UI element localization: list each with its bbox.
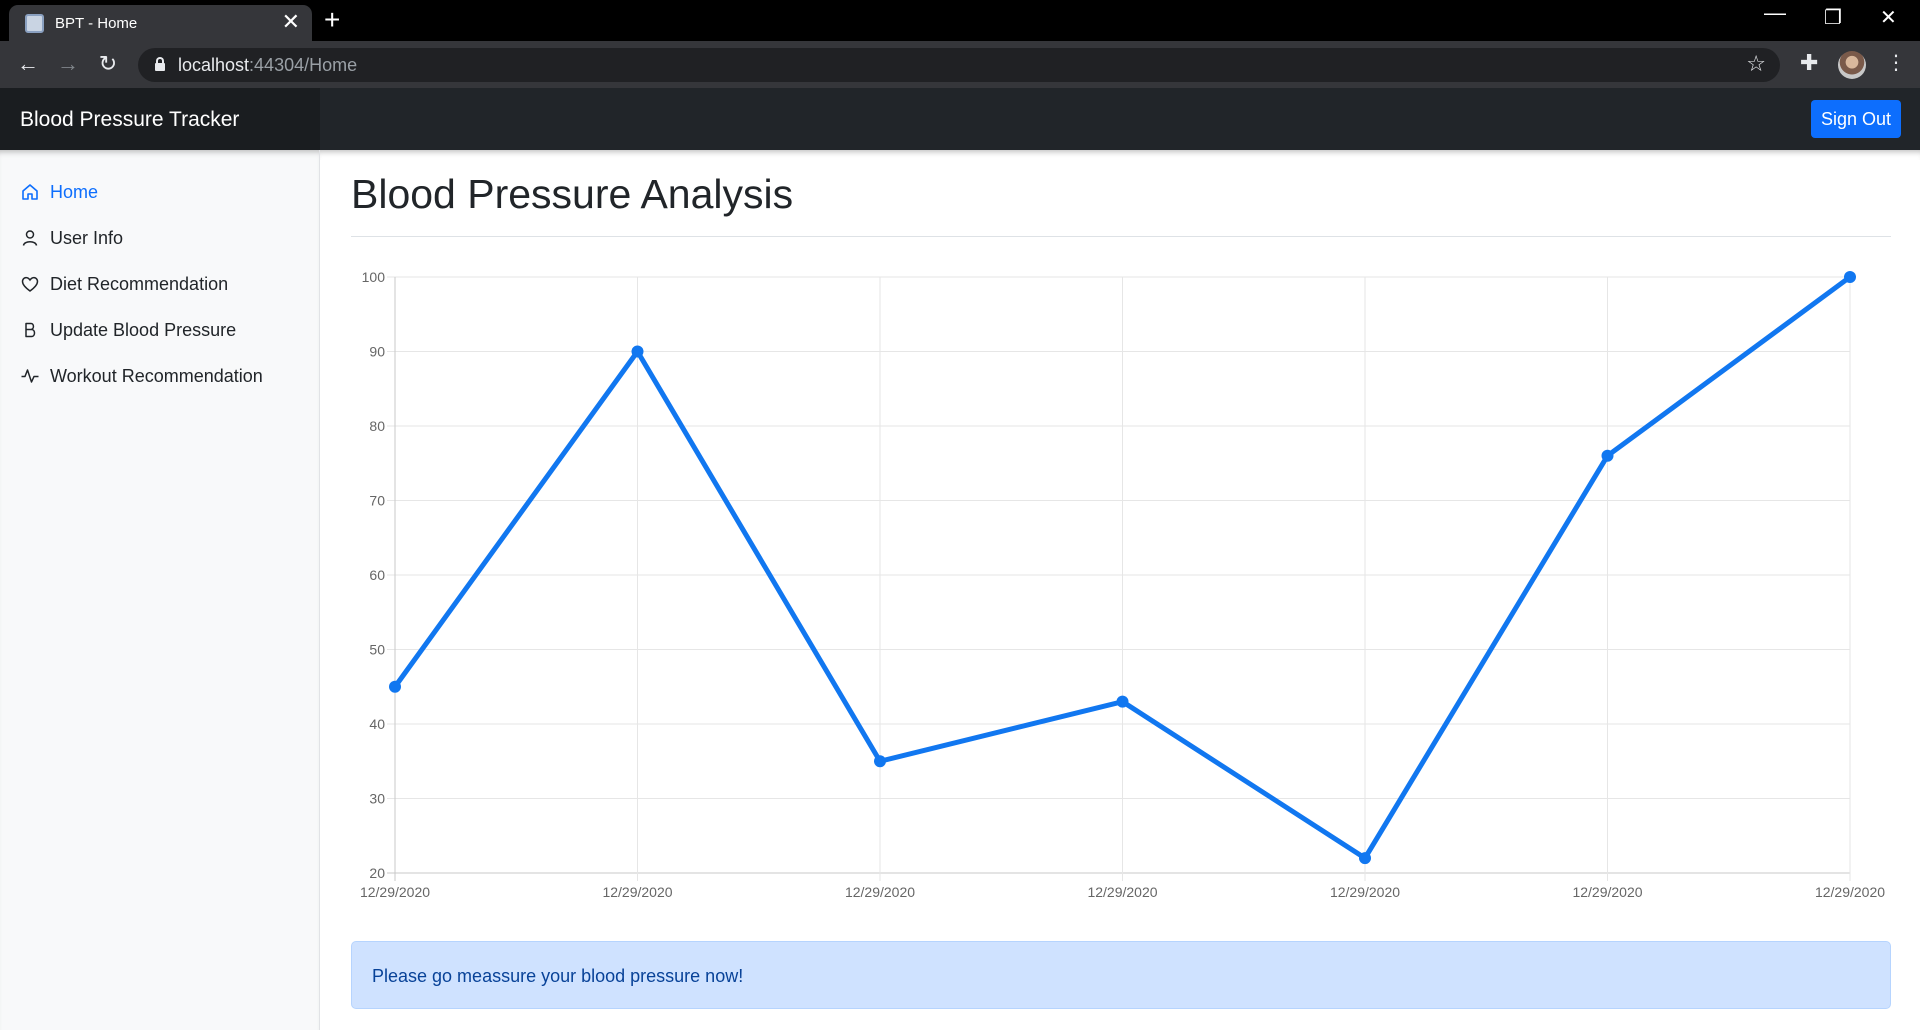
person-icon xyxy=(20,228,40,248)
new-tab-button[interactable]: + xyxy=(324,6,340,34)
sidebar-item-update-blood-pressure[interactable]: Update Blood Pressure xyxy=(20,315,236,345)
y-tick-label: 80 xyxy=(369,418,385,434)
browser-toolbar: ← → ↻ localhost:44304/Home ☆ ✚ ⋮ xyxy=(0,41,1920,88)
sidebar-item-diet-recommendation[interactable]: Diet Recommendation xyxy=(20,269,228,299)
x-tick-label: 12/29/2020 xyxy=(360,884,430,900)
y-tick-label: 40 xyxy=(369,716,385,732)
page-title: Blood Pressure Analysis xyxy=(351,171,794,217)
profile-avatar[interactable] xyxy=(1838,51,1866,79)
y-tick-label: 60 xyxy=(369,567,385,583)
app-brand[interactable]: Blood Pressure Tracker xyxy=(0,88,320,150)
heart-icon xyxy=(20,274,40,294)
x-tick-label: 12/29/2020 xyxy=(1815,884,1885,900)
y-tick-label: 50 xyxy=(369,642,385,658)
data-point[interactable] xyxy=(874,755,886,768)
browser-tab[interactable]: BPT - Home ✕ xyxy=(9,5,312,41)
house-icon xyxy=(20,182,40,202)
app-navbar: Blood Pressure Tracker Sign Out xyxy=(0,88,1920,150)
x-axis-ticks: 12/29/2020 12/29/2020 12/29/2020 12/29/2020… xyxy=(360,884,1885,900)
address-bar[interactable]: localhost:44304/Home ☆ xyxy=(138,48,1780,82)
x-tick-label: 12/29/2020 xyxy=(845,884,915,900)
y-tick-label: 100 xyxy=(362,269,386,285)
data-point[interactable] xyxy=(1116,695,1129,708)
y-tick-label: 90 xyxy=(369,344,385,360)
y-tick-label: 20 xyxy=(369,865,385,881)
sidebar-item-label: Home xyxy=(50,181,99,202)
lock-icon[interactable] xyxy=(154,57,165,71)
sign-out-button[interactable]: Sign Out xyxy=(1811,100,1901,138)
url-text[interactable]: localhost:44304/Home xyxy=(178,55,357,76)
data-point[interactable] xyxy=(1601,449,1614,462)
sidebar-item-label: Workout Recommendation xyxy=(50,365,263,386)
sidebar-item-workout-recommendation[interactable]: Workout Recommendation xyxy=(20,361,263,391)
extensions-puzzle-icon[interactable]: ✚ xyxy=(1800,50,1818,76)
browser-menu-icon[interactable]: ⋮ xyxy=(1886,50,1906,75)
reload-icon[interactable]: ↻ xyxy=(94,50,122,78)
tab-close-icon[interactable]: ✕ xyxy=(282,10,300,34)
x-tick-label: 12/29/2020 xyxy=(602,884,672,900)
sidebar-item-label: Diet Recommendation xyxy=(50,273,229,294)
sidebar-item-user-info[interactable]: User Info xyxy=(20,223,123,253)
data-point[interactable] xyxy=(1359,852,1371,865)
sidebar-item-home[interactable]: Home xyxy=(20,177,98,207)
y-tick-label: 70 xyxy=(369,493,385,509)
blood-pressure-line-chart: 2030405060708090100 12/29/2020 12/29/2020… xyxy=(360,269,1885,900)
minimize-icon[interactable]: — xyxy=(1764,0,1786,26)
sidebar: Home User Info Diet Recommendation Updat… xyxy=(0,150,320,1030)
y-axis-ticks: 20 30 40 50 60 70 80 90 100 xyxy=(362,269,386,881)
forward-arrow-icon[interactable]: → xyxy=(54,50,82,78)
title-divider xyxy=(351,236,1891,237)
back-arrow-icon[interactable]: ← xyxy=(14,50,42,78)
x-tick-label: 12/29/2020 xyxy=(1572,884,1642,900)
page-favicon-icon xyxy=(25,14,44,33)
window-close-icon[interactable]: ✕ xyxy=(1880,5,1897,30)
x-tick-label: 12/29/2020 xyxy=(1087,884,1157,900)
bold-b-icon xyxy=(20,320,40,340)
measure-reminder-alert: Please go meassure your blood pressure n… xyxy=(351,941,1891,1009)
data-point[interactable] xyxy=(1844,271,1856,283)
activity-icon xyxy=(20,366,40,386)
sidebar-item-label: User Info xyxy=(50,227,124,248)
data-point[interactable] xyxy=(631,345,644,358)
x-tick-label: 12/29/2020 xyxy=(1330,884,1400,900)
browser-tab-strip: BPT - Home ✕ + — ❐ ✕ xyxy=(0,0,1920,41)
bookmark-star-icon[interactable]: ☆ xyxy=(1746,51,1766,77)
tab-title: BPT - Home xyxy=(55,15,138,32)
restore-icon[interactable]: ❐ xyxy=(1824,5,1842,30)
sidebar-item-label: Update Blood Pressure xyxy=(50,319,237,340)
chart-grid xyxy=(387,276,1851,881)
y-tick-label: 30 xyxy=(369,791,385,807)
content-top-shadow xyxy=(320,150,1920,160)
data-point[interactable] xyxy=(389,680,401,693)
